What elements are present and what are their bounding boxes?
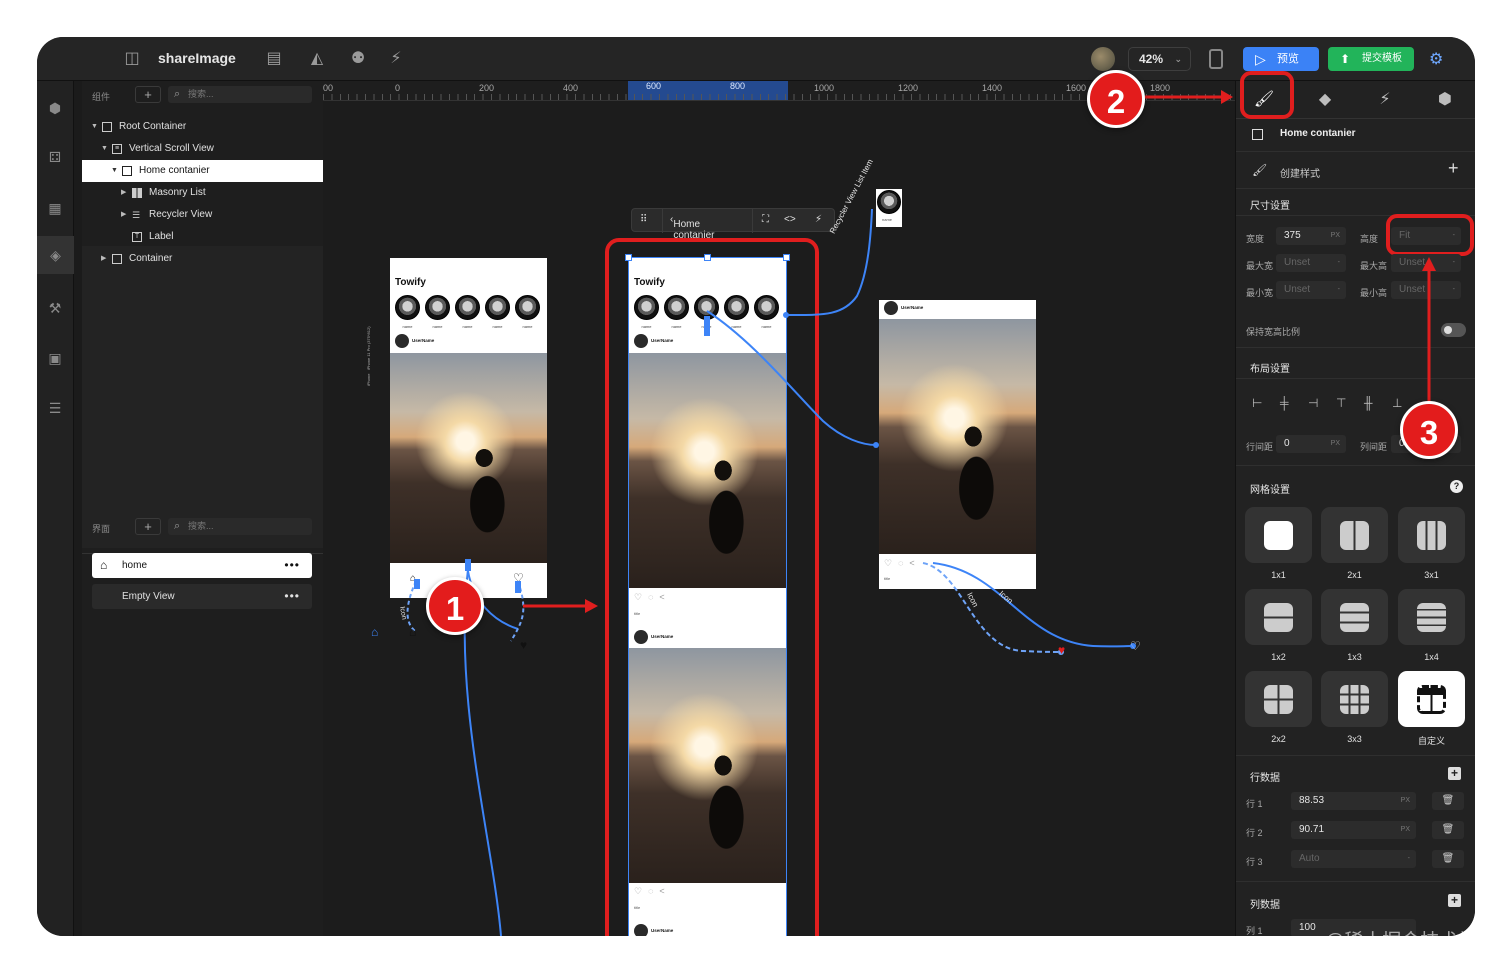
device-icon[interactable] xyxy=(1209,49,1223,69)
list-icon[interactable]: ☰ xyxy=(46,399,64,417)
ruler-tick: 400 xyxy=(563,83,579,93)
preview-button[interactable]: 预览 xyxy=(1243,47,1319,71)
zoom-select[interactable]: 42% ⌄ xyxy=(1128,47,1191,71)
components-search-input[interactable]: 搜索... xyxy=(168,86,312,103)
chevron-right-icon[interactable]: ▶ xyxy=(101,248,106,270)
widgets-icon[interactable]: ▦ xyxy=(46,199,64,217)
connector-lines xyxy=(406,208,1136,936)
add-component-button[interactable]: + xyxy=(135,86,161,103)
pages-tab[interactable]: 界面 xyxy=(92,522,110,535)
ruler-tick: 800 xyxy=(730,81,746,91)
components-icon[interactable]: ⚉ xyxy=(348,49,368,69)
annotation-badge-3: 3 xyxy=(1400,401,1458,459)
tree-item-label: Masonry List xyxy=(149,187,206,198)
pages-search-input[interactable]: 搜索... xyxy=(168,518,312,535)
ruler-tick: 1600 xyxy=(1066,83,1087,93)
hammer-icon[interactable]: ⚒ xyxy=(46,299,64,317)
blocks-icon[interactable]: ⚃ xyxy=(46,148,64,166)
tree-item-root-container[interactable]: ▼ Root Container xyxy=(82,116,323,138)
tree-item-label: Label xyxy=(149,231,174,242)
page-item-empty-view[interactable]: Empty View ••• xyxy=(92,584,312,609)
settings-sliders-icon[interactable]: ⚙ xyxy=(1429,49,1449,69)
annotation-arrow-3 xyxy=(1422,257,1436,421)
triangle-icon[interactable]: ◭ xyxy=(307,49,327,69)
annotation-badge-1: 1 xyxy=(426,577,484,635)
tree-item-home-contanier[interactable]: ▼ Home contanier xyxy=(82,160,323,182)
add-page-button[interactable]: + xyxy=(135,518,161,535)
watermark: @稀土掘金技术社区 xyxy=(1325,931,1497,952)
chevron-down-icon: ⌄ xyxy=(1174,54,1182,64)
heart-icon: ♥ xyxy=(1058,643,1066,657)
ruler-tick: 1200 xyxy=(898,83,919,93)
properties-panel: 🖌 ◆ ⚡ ⬢ Home contanier 🖌 创建样式 + 尺寸设置 宽度 … xyxy=(1235,71,1475,936)
heart-icon: ♡ xyxy=(1130,639,1141,653)
ruler-tick: 1400 xyxy=(982,83,1003,93)
ruler-tick: 1000 xyxy=(814,83,835,93)
ruler-tick: 00 xyxy=(323,83,334,93)
masonry-icon xyxy=(132,188,142,198)
home-icon: ⌂ xyxy=(100,558,108,572)
tree-item-label-node[interactable]: T Label xyxy=(82,226,323,248)
annotation-badge-2: 2 xyxy=(1087,70,1145,128)
ruler-tick: 1800 xyxy=(1150,83,1171,93)
components-header: 组件 + 搜索... xyxy=(82,81,323,109)
heart-icon: ♥ xyxy=(520,638,528,652)
submit-template-button[interactable]: 提交模板 xyxy=(1328,47,1414,71)
document-icon[interactable]: ▤ xyxy=(264,49,284,69)
avatar[interactable] xyxy=(1091,47,1115,71)
recycler-icon: ☰ xyxy=(132,210,141,220)
tree-item-label: Home contanier xyxy=(139,165,210,176)
ruler-tick: 0 xyxy=(395,83,401,93)
scroll-view-icon: ≡ xyxy=(112,144,122,154)
chevron-right-icon[interactable]: ▶ xyxy=(121,182,126,204)
project-name: shareImage xyxy=(158,50,236,66)
home-icon: ⌂ xyxy=(371,625,379,639)
design-canvas[interactable]: Towify name name name name name UserName ⌂ ♡… xyxy=(323,101,1235,936)
tree-panel-bg xyxy=(82,246,323,548)
chevron-down-icon[interactable]: ▼ xyxy=(91,116,98,138)
ruler-tick: 600 xyxy=(646,81,662,91)
left-panel: 组件 + 搜索... ▼ Root Container ▼ ≡ Vertical… xyxy=(82,81,323,936)
tree-item-masonry-list[interactable]: ▶ Masonry List xyxy=(82,182,323,204)
tree-item-label: Root Container xyxy=(119,121,187,132)
tree-item-recycler-view[interactable]: ▶ ☰ Recycler View xyxy=(82,204,323,226)
tree-item-label: Container xyxy=(129,253,173,264)
square-icon xyxy=(102,122,112,132)
tree-item-container[interactable]: ▶ Container xyxy=(82,248,323,270)
tree-item-vertical-scroll-view[interactable]: ▼ ≡ Vertical Scroll View xyxy=(82,138,323,160)
more-icon[interactable]: ••• xyxy=(284,584,300,609)
home-icon: ⌂ xyxy=(409,625,417,639)
lightning-icon[interactable]: ⚡ xyxy=(386,49,406,69)
square-icon xyxy=(112,254,122,264)
square-icon xyxy=(122,166,132,176)
chevron-right-icon[interactable]: ▶ xyxy=(121,204,126,226)
cube-icon[interactable]: ⬢ xyxy=(46,99,64,117)
tree-item-label: Recycler View xyxy=(149,209,213,220)
pages-header: 界面 + 搜索... xyxy=(82,513,323,541)
sidebar-toggle-icon[interactable]: ◫ xyxy=(122,49,142,69)
app-window: ◫ shareImage ▤ ◭ ⚉ ⚡ 42% ⌄ 预览 提交模板 ⚙ ⬢ ⚃ … xyxy=(37,37,1475,936)
more-icon[interactable]: ••• xyxy=(284,553,300,578)
chevron-down-icon[interactable]: ▼ xyxy=(111,160,118,182)
chevron-down-icon[interactable]: ▼ xyxy=(101,138,108,160)
left-rail: ⬢ ⚃ ▦ ◈ ⚒ ▣ ☰ xyxy=(37,81,74,936)
page-item-label: Empty View xyxy=(122,591,175,602)
components-tab[interactable]: 组件 xyxy=(92,90,110,103)
pages-icon[interactable]: ▣ xyxy=(46,349,64,367)
layers-icon[interactable]: ◈ xyxy=(37,236,74,274)
tree-item-label: Vertical Scroll View xyxy=(129,143,214,154)
ruler-tick: 200 xyxy=(479,83,495,93)
zoom-value: 42% xyxy=(1139,52,1164,66)
label-icon: T xyxy=(132,232,142,242)
page-item-home[interactable]: ⌂ home ••• xyxy=(92,553,312,578)
page-item-label: home xyxy=(122,560,148,571)
